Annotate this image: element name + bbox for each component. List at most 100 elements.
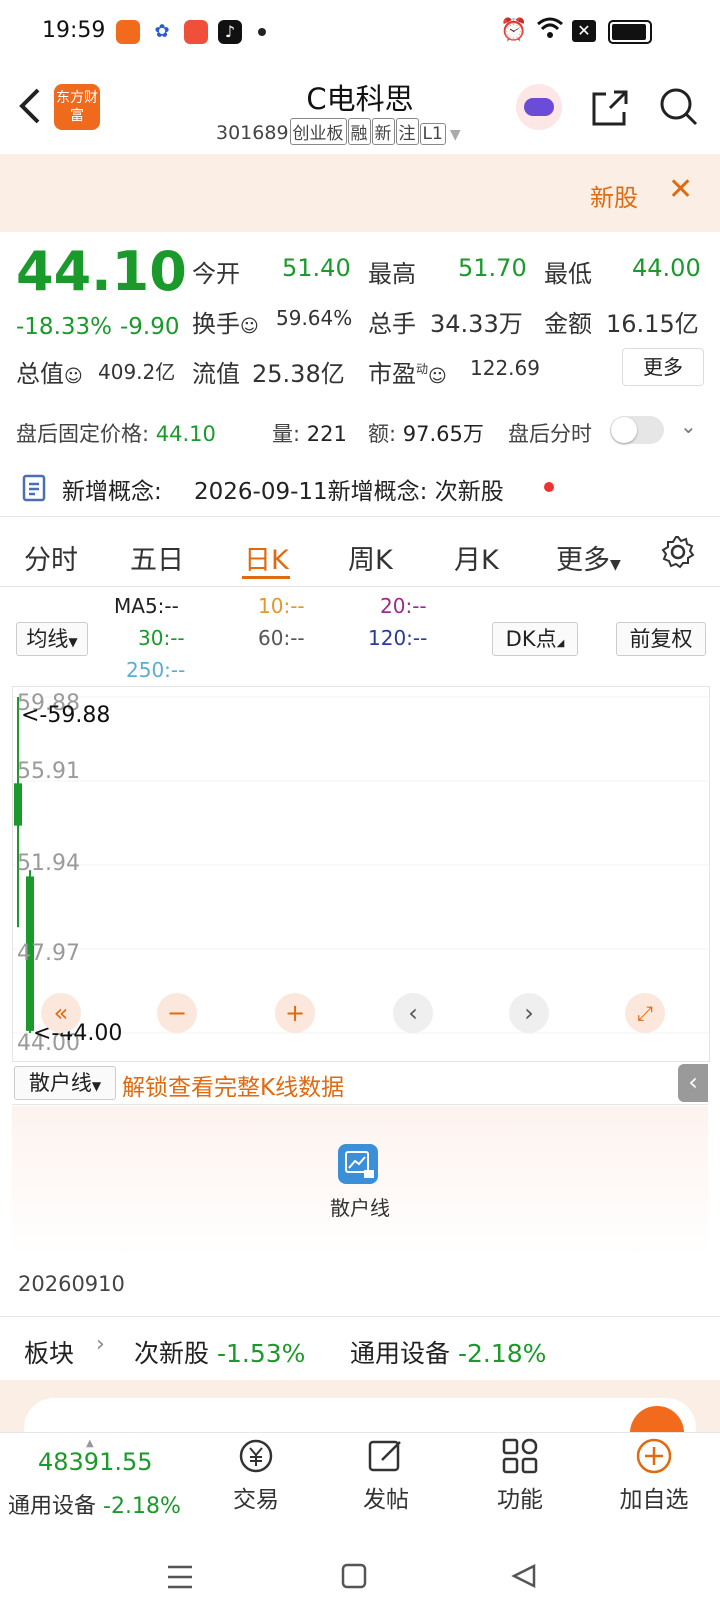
app-orange-icon xyxy=(116,20,140,44)
afterhours-toggle[interactable] xyxy=(610,416,664,444)
zoom-out-icon[interactable]: − xyxy=(157,993,197,1033)
tag-margin: 融 xyxy=(347,118,371,145)
afterhours-vol: 量: 221 xyxy=(272,422,347,446)
new-stock-label[interactable]: 新股 xyxy=(590,178,638,213)
grid-icon xyxy=(502,1438,538,1474)
tab-more[interactable]: 更多▼ xyxy=(556,538,621,577)
side-panel-toggle-icon[interactable]: ‹ xyxy=(678,1064,708,1102)
price-adjust-button[interactable]: 前复权 xyxy=(616,622,706,656)
ma5-value: MA5:-- xyxy=(114,594,179,618)
scroll-left-icon[interactable]: ‹ xyxy=(393,993,433,1033)
high-value: 51.70 xyxy=(458,254,527,282)
tag-new: 新 xyxy=(371,118,395,145)
scroll-right-icon[interactable]: › xyxy=(509,993,549,1033)
wifi-icon xyxy=(536,16,564,46)
index-info[interactable]: 通用设备 -2.18% xyxy=(8,1488,181,1520)
sector-item-1[interactable]: 次新股 -1.53% xyxy=(134,1334,305,1370)
tiktok-icon: ♪ xyxy=(218,20,242,44)
fullscreen-icon[interactable]: ⤢ xyxy=(625,993,665,1033)
close-icon[interactable]: ✕ xyxy=(668,172,693,207)
tag-registered: 注 xyxy=(395,118,419,145)
tab-monthly-k[interactable]: 月K xyxy=(454,538,499,577)
tab-daily-k[interactable]: 日K xyxy=(244,538,289,577)
afterhours-amt: 额: 97.65万 xyxy=(368,422,484,446)
search-icon[interactable] xyxy=(658,86,700,132)
more-button[interactable]: 更多 xyxy=(622,348,704,386)
y-tick-label: 55.91 xyxy=(17,759,80,784)
concept-text[interactable]: 2026-09-11新增概念: 次新股 xyxy=(194,472,504,506)
sector-item-2[interactable]: 通用设备 -2.18% xyxy=(350,1334,546,1370)
caret-down-icon: ▼ xyxy=(91,1079,102,1093)
nav-functions[interactable]: 功能 xyxy=(490,1436,550,1514)
divider xyxy=(0,516,720,517)
turnover-label: 换手☺ xyxy=(192,310,259,338)
unread-dot xyxy=(544,482,554,492)
afterhours-label: 盘后固定价格: xyxy=(16,422,150,446)
current-price: 44.10 xyxy=(16,240,187,303)
divider xyxy=(0,1316,720,1317)
afterhours-price: 44.10 xyxy=(155,422,216,446)
info-icon: ☺ xyxy=(428,366,447,387)
nav-post-label: 发帖 xyxy=(363,1487,409,1513)
add-circle-icon xyxy=(636,1438,672,1474)
ma60-value: 60:-- xyxy=(258,626,305,650)
home-icon[interactable] xyxy=(340,1562,368,1594)
volume-value: 34.33万 xyxy=(430,310,523,338)
amount-label: 金额 xyxy=(544,310,592,338)
kline-date: 20260910 xyxy=(18,1272,125,1296)
open-label: 今开 xyxy=(192,260,240,288)
share-icon[interactable] xyxy=(590,88,630,132)
back-nav-icon[interactable] xyxy=(510,1562,538,1594)
nav-add-watchlist[interactable]: 加自选 xyxy=(614,1436,694,1514)
chart-lock-icon[interactable] xyxy=(338,1144,378,1184)
high-label: 最高 xyxy=(368,260,416,288)
afterhours-toggle-label: 盘后分时 xyxy=(508,422,592,446)
indicator-select[interactable]: 散户线▼ xyxy=(14,1066,116,1100)
divider xyxy=(12,1104,708,1105)
max-price-marker: <-59.88 xyxy=(21,703,111,728)
float-value: 25.38亿 xyxy=(252,360,345,388)
ma20-value: 20:-- xyxy=(380,594,427,618)
unlock-kline-link[interactable]: 解锁查看完整K线数据 xyxy=(122,1068,344,1102)
tab-five-day[interactable]: 五日 xyxy=(130,538,184,577)
open-value: 51.40 xyxy=(282,254,351,282)
y-tick-label: 51.94 xyxy=(17,851,80,876)
divider xyxy=(0,586,720,587)
stock-subline[interactable]: 301689 创业板融新注 L1 ▼ xyxy=(216,118,461,145)
menu-icon[interactable] xyxy=(166,1564,194,1594)
concept-label: 新增概念: xyxy=(62,479,162,505)
tag-level: L1 xyxy=(419,123,446,145)
afterhours-row: 盘后固定价格: 44.10 xyxy=(16,418,216,448)
settings-gear-icon[interactable] xyxy=(660,534,696,574)
ma10-value: 10:-- xyxy=(258,594,305,618)
low-value: 44.00 xyxy=(632,254,701,282)
pe-label: 市盈动☺ xyxy=(368,360,447,388)
jump-start-icon[interactable]: « xyxy=(41,993,81,1033)
kline-chart[interactable]: 59.88 55.91 51.94 47.97 44.00 <-59.88 <-… xyxy=(12,686,710,1062)
bottom-nav: ▲ 48391.55 通用设备 -2.18% 交易 发帖 功能 加自选 xyxy=(0,1432,720,1542)
low-label: 最低 xyxy=(544,260,592,288)
ai-assistant-icon[interactable] xyxy=(516,84,562,130)
ma250-value: 250:-- xyxy=(126,658,186,682)
zoom-in-icon[interactable]: + xyxy=(275,993,315,1033)
nav-trade[interactable]: 交易 xyxy=(226,1436,286,1514)
indicator-panel: 散户线 xyxy=(12,1106,708,1258)
nav-post[interactable]: 发帖 xyxy=(356,1436,416,1514)
chevron-right-icon: › xyxy=(96,1332,105,1357)
turnover-value: 59.64% xyxy=(276,306,353,330)
ma-select[interactable]: 均线▼ xyxy=(16,622,88,656)
y-tick-label: 47.97 xyxy=(17,941,80,966)
tab-weekly-k[interactable]: 周K xyxy=(348,538,393,577)
indicator-panel-label: 散户线 xyxy=(330,1196,390,1220)
index-value[interactable]: 48391.55 xyxy=(38,1448,153,1476)
app-red-icon xyxy=(184,20,208,44)
sector-label[interactable]: 板块 xyxy=(24,1334,74,1370)
chevron-down-icon: ▼ xyxy=(449,127,461,143)
dk-point-button[interactable]: DK点◢ xyxy=(492,622,578,656)
mktcap-label: 总值☺ xyxy=(16,360,83,388)
volume-label: 总手 xyxy=(368,310,416,338)
ma30-value: 30:-- xyxy=(138,626,185,650)
tab-intraday[interactable]: 分时 xyxy=(24,538,78,577)
expand-chevron-icon[interactable]: ⌄ xyxy=(680,414,697,438)
tag-chinext: 创业板 xyxy=(289,118,347,145)
